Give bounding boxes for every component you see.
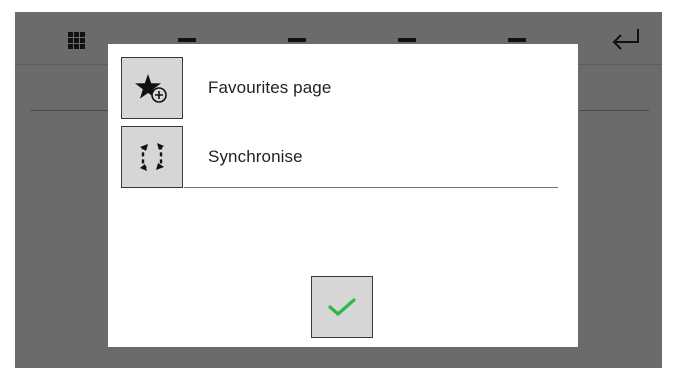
synchronise-button[interactable] [121,126,183,188]
menu-item-favourites[interactable]: Favourites page [121,57,571,119]
background-divider-right [579,110,649,111]
star-add-icon [135,74,167,103]
tab-dash-icon-3[interactable] [398,38,416,42]
sync-icon [140,143,164,171]
tab-dash-icon-1[interactable] [178,38,196,42]
enter-return-icon[interactable] [610,26,642,52]
options-dialog: Favourites page Synchronise [108,44,578,347]
favourites-button[interactable] [121,57,183,119]
tab-dash-icon-4[interactable] [508,38,526,42]
synchronise-label: Synchronise [208,147,303,166]
confirm-button[interactable] [311,276,373,338]
checkmark-icon [328,298,356,316]
list-divider [184,187,558,188]
tab-dash-icon-2[interactable] [288,38,306,42]
grid-menu-icon[interactable] [68,32,85,49]
favourites-label: Favourites page [208,78,332,97]
menu-item-synchronise[interactable]: Synchronise [121,126,571,188]
